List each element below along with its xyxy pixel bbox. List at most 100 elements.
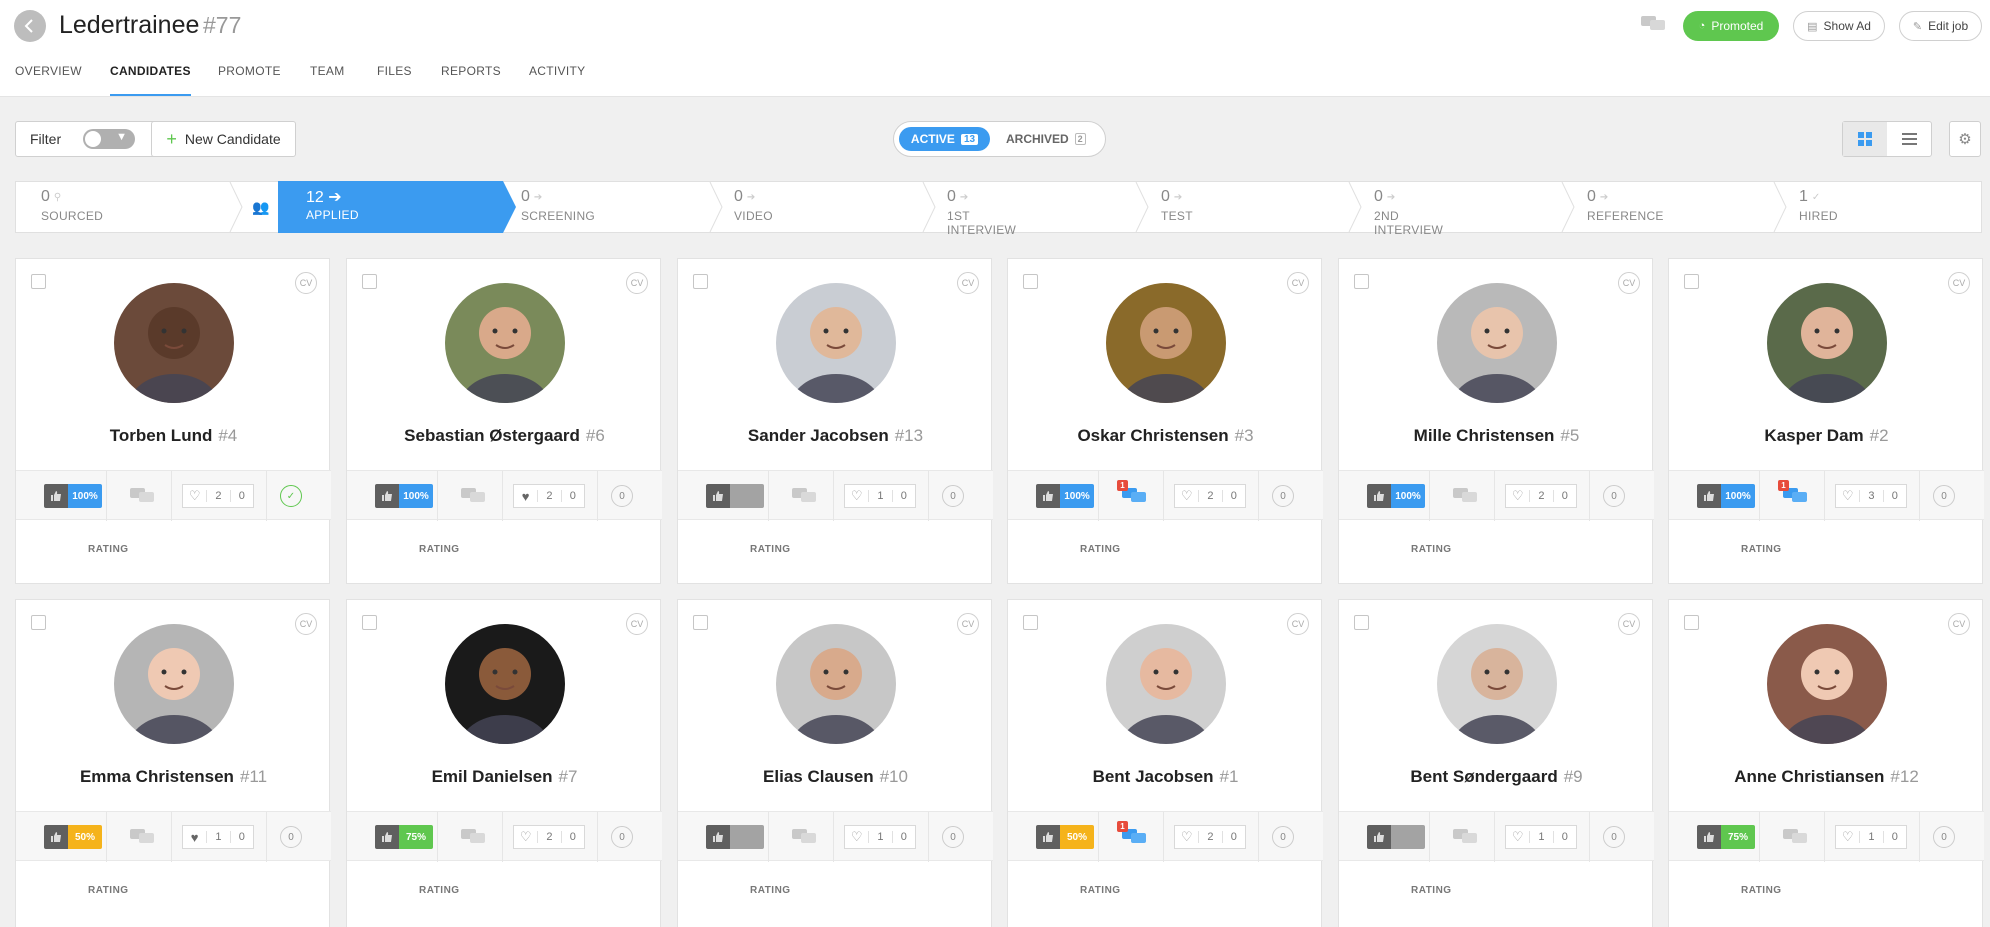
candidate-name-line[interactable]: Anne Christiansen #12 xyxy=(1669,767,1984,787)
cv-button[interactable]: CV xyxy=(295,272,317,294)
chat-icon[interactable] xyxy=(1641,14,1667,39)
messages-button[interactable]: 1 xyxy=(1778,480,1809,511)
likes-comments[interactable]: ♡ 1 0 xyxy=(1835,825,1907,849)
vote-button[interactable]: 100% xyxy=(44,484,102,508)
messages-button[interactable] xyxy=(792,827,818,852)
status-count[interactable]: 0 xyxy=(611,485,633,507)
select-checkbox[interactable] xyxy=(31,615,46,630)
tab-promote[interactable]: PROMOTE xyxy=(218,64,281,96)
tab-activity[interactable]: ACTIVITY xyxy=(529,64,585,96)
select-checkbox[interactable] xyxy=(1023,615,1038,630)
status-count[interactable]: 0 xyxy=(942,485,964,507)
likes-comments[interactable]: ♡ 2 0 xyxy=(1174,484,1246,508)
avatar[interactable] xyxy=(445,624,565,744)
candidate-card[interactable]: CV Kasper Dam #2 100% 1 ♡ 3 0 0 RATING xyxy=(1668,258,1984,584)
back-button[interactable] xyxy=(14,10,46,42)
messages-button[interactable] xyxy=(1783,827,1809,852)
avatar[interactable] xyxy=(1767,624,1887,744)
cv-button[interactable]: CV xyxy=(626,272,648,294)
messages-button[interactable]: 1 xyxy=(1117,480,1148,511)
likes-comments[interactable]: ♡ 2 0 xyxy=(1174,825,1246,849)
candidate-name-line[interactable]: Sander Jacobsen #13 xyxy=(678,426,993,446)
list-view-button[interactable] xyxy=(1887,122,1931,156)
vote-button[interactable] xyxy=(706,825,764,849)
tab-team[interactable]: TEAM xyxy=(310,64,345,96)
select-checkbox[interactable] xyxy=(1684,615,1699,630)
candidate-card[interactable]: CV Elias Clausen #10 ♡ 1 0 0 RATING xyxy=(677,599,993,927)
likes-comments[interactable]: ♥ 2 0 xyxy=(513,484,585,508)
select-checkbox[interactable] xyxy=(362,615,377,630)
cv-button[interactable]: CV xyxy=(1618,272,1640,294)
candidate-card[interactable]: CV Bent Jacobsen #1 50% 1 ♡ 2 0 0 RATING xyxy=(1007,599,1323,927)
cv-button[interactable]: CV xyxy=(957,613,979,635)
candidate-name-line[interactable]: Emma Christensen #11 xyxy=(16,767,331,787)
vote-button[interactable] xyxy=(706,484,764,508)
show-ad-button[interactable]: ▤ Show Ad xyxy=(1793,11,1885,41)
status-count[interactable]: 0 xyxy=(1933,826,1955,848)
users-icon[interactable]: 👥 xyxy=(252,199,269,216)
candidate-name-line[interactable]: Emil Danielsen #7 xyxy=(347,767,662,787)
cv-button[interactable]: CV xyxy=(1618,613,1640,635)
status-count[interactable]: 0 xyxy=(1933,485,1955,507)
likes-comments[interactable]: ♡ 2 0 xyxy=(1505,484,1577,508)
vote-button[interactable]: 100% xyxy=(1036,484,1094,508)
likes-comments[interactable]: ♡ 2 0 xyxy=(513,825,585,849)
avatar[interactable] xyxy=(1106,283,1226,403)
vote-button[interactable]: 100% xyxy=(375,484,433,508)
select-checkbox[interactable] xyxy=(1354,274,1369,289)
grid-view-button[interactable] xyxy=(1843,122,1887,156)
vote-button[interactable]: 75% xyxy=(1697,825,1755,849)
avatar[interactable] xyxy=(1106,624,1226,744)
cv-button[interactable]: CV xyxy=(626,613,648,635)
cv-button[interactable]: CV xyxy=(957,272,979,294)
select-checkbox[interactable] xyxy=(693,615,708,630)
messages-button[interactable] xyxy=(1453,827,1479,852)
vote-button[interactable]: 50% xyxy=(44,825,102,849)
candidate-card[interactable]: CV Anne Christiansen #12 75% ♡ 1 0 0 RAT… xyxy=(1668,599,1984,927)
messages-button[interactable] xyxy=(792,486,818,511)
status-count[interactable]: 0 xyxy=(1272,826,1294,848)
candidate-card[interactable]: CV Emil Danielsen #7 75% ♡ 2 0 0 RATING xyxy=(346,599,662,927)
candidate-card[interactable]: CV Sebastian Østergaard #6 100% ♥ 2 0 0 … xyxy=(346,258,662,584)
cv-button[interactable]: CV xyxy=(1948,272,1970,294)
hired-check-icon[interactable]: ✓ xyxy=(280,485,302,507)
select-checkbox[interactable] xyxy=(362,274,377,289)
select-checkbox[interactable] xyxy=(693,274,708,289)
tab-files[interactable]: FILES xyxy=(377,64,412,96)
likes-comments[interactable]: ♡ 1 0 xyxy=(844,825,916,849)
tab-candidates[interactable]: CANDIDATES xyxy=(110,64,191,96)
active-toggle[interactable]: ACTIVE 13 xyxy=(899,127,990,151)
candidate-name-line[interactable]: Bent Søndergaard #9 xyxy=(1339,767,1654,787)
avatar[interactable] xyxy=(1767,283,1887,403)
archived-toggle[interactable]: ARCHIVED 2 xyxy=(1006,132,1086,146)
avatar[interactable] xyxy=(776,624,896,744)
likes-comments[interactable]: ♡ 1 0 xyxy=(844,484,916,508)
avatar[interactable] xyxy=(776,283,896,403)
new-candidate-button[interactable]: + New Candidate xyxy=(151,121,296,157)
candidate-card[interactable]: CV Emma Christensen #11 50% ♥ 1 0 0 RATI… xyxy=(15,599,331,927)
select-checkbox[interactable] xyxy=(1354,615,1369,630)
avatar[interactable] xyxy=(445,283,565,403)
cv-button[interactable]: CV xyxy=(1948,613,1970,635)
candidate-card[interactable]: CV Bent Søndergaard #9 ♡ 1 0 0 RATING xyxy=(1338,599,1654,927)
status-count[interactable]: 0 xyxy=(1603,485,1625,507)
avatar[interactable] xyxy=(1437,624,1557,744)
filter-control[interactable]: Filter ▼ xyxy=(15,121,166,157)
messages-button[interactable] xyxy=(461,827,487,852)
stage-applied[interactable]: 12 ➔ APPLIED xyxy=(278,181,516,233)
avatar[interactable] xyxy=(114,283,234,403)
status-count[interactable]: 0 xyxy=(942,826,964,848)
status-count[interactable]: 0 xyxy=(611,826,633,848)
status-count[interactable]: 0 xyxy=(1272,485,1294,507)
likes-comments[interactable]: ♡ 2 0 xyxy=(182,484,254,508)
candidate-card[interactable]: CV Oskar Christensen #3 100% 1 ♡ 2 0 0 R… xyxy=(1007,258,1323,584)
candidate-name-line[interactable]: Torben Lund #4 xyxy=(16,426,331,446)
vote-button[interactable]: 75% xyxy=(375,825,433,849)
candidate-card[interactable]: CV Mille Christensen #5 100% ♡ 2 0 0 RAT… xyxy=(1338,258,1654,584)
select-checkbox[interactable] xyxy=(1023,274,1038,289)
promoted-button[interactable]: ◔ Promoted xyxy=(1683,11,1779,41)
vote-button[interactable]: 100% xyxy=(1697,484,1755,508)
avatar[interactable] xyxy=(1437,283,1557,403)
select-checkbox[interactable] xyxy=(31,274,46,289)
edit-job-button[interactable]: ✎ Edit job xyxy=(1899,11,1982,41)
